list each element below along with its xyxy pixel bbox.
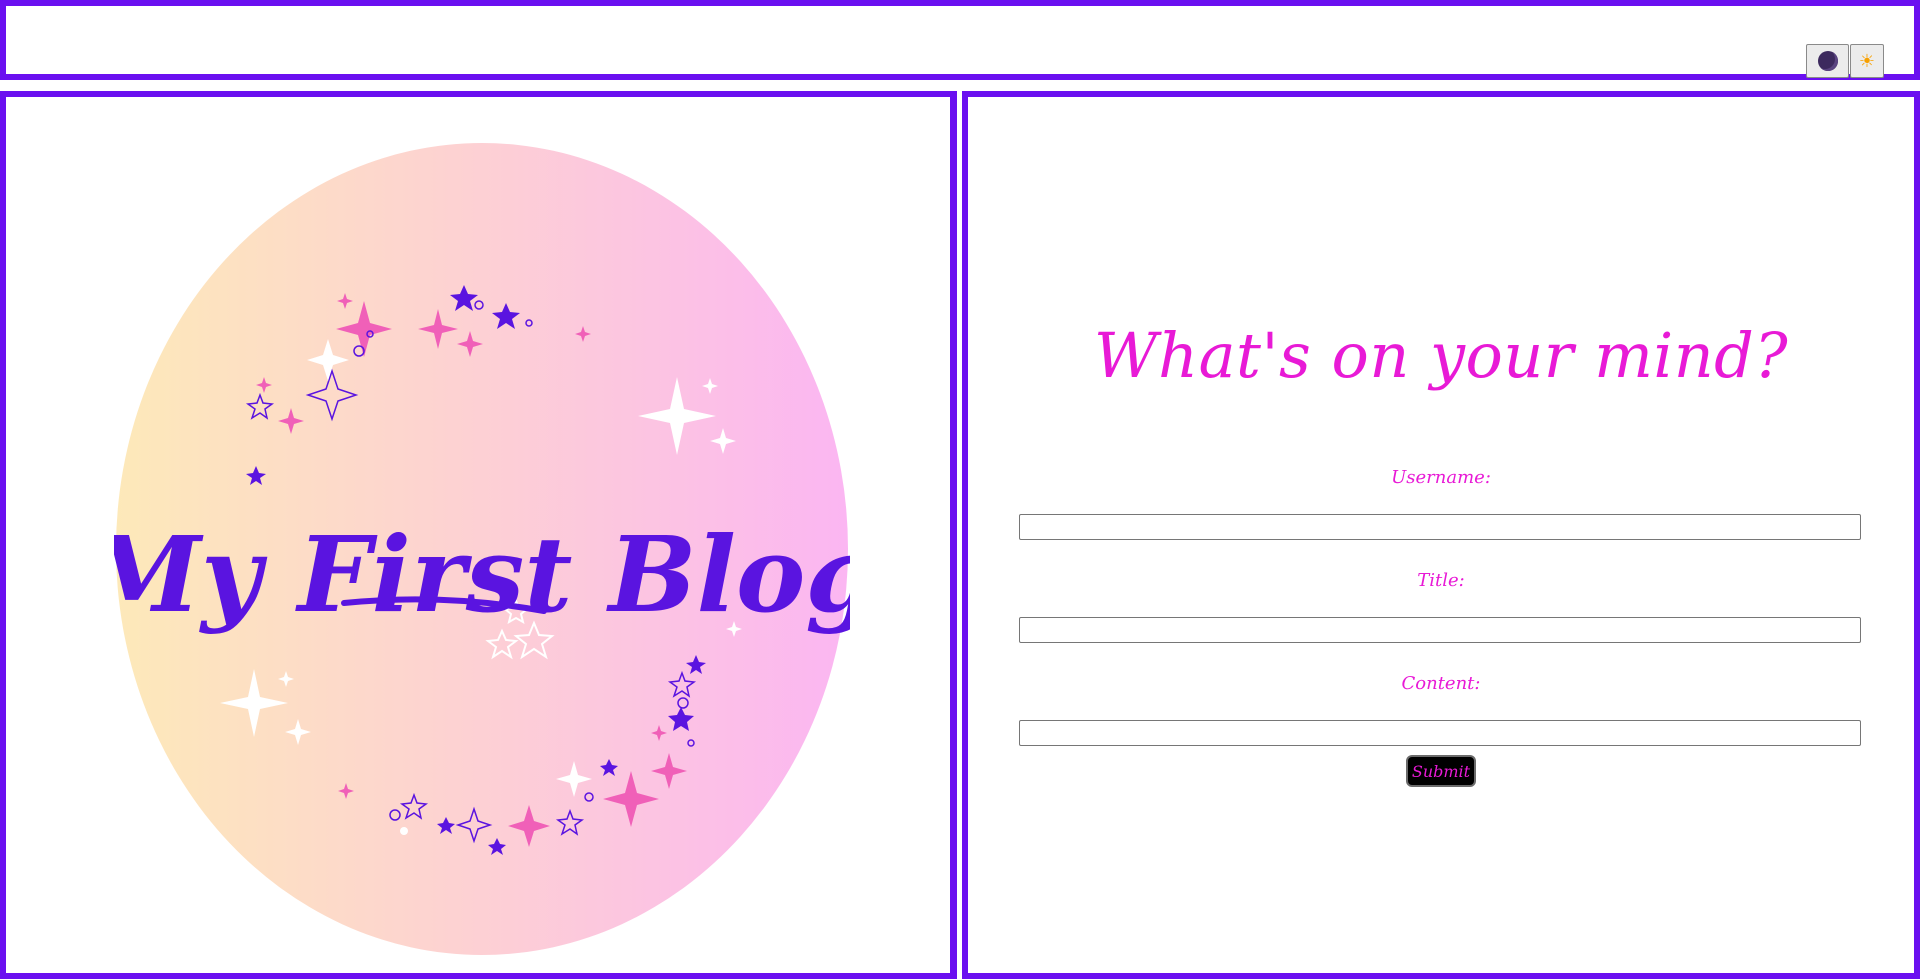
dark-mode-button[interactable] (1806, 44, 1849, 78)
post-form-panel: What's on your mind? Username: Title: Co… (962, 91, 1920, 979)
top-header-bar: ☀ (0, 0, 1920, 80)
post-form: What's on your mind? Username: Title: Co… (968, 97, 1914, 973)
light-mode-button[interactable]: ☀ (1850, 44, 1884, 78)
title-label: Title: (1417, 570, 1465, 591)
content-input[interactable] (1019, 720, 1861, 746)
username-label: Username: (1391, 467, 1491, 488)
form-title: What's on your mind? (1093, 319, 1789, 392)
logo-panel: My First Blog (0, 91, 956, 979)
title-input[interactable] (1019, 617, 1861, 643)
content-label: Content: (1401, 673, 1481, 694)
blog-logo: My First Blog (114, 143, 850, 955)
logo-title-text: My First Blog (114, 513, 850, 636)
submit-button[interactable]: Submit (1406, 755, 1476, 787)
username-input[interactable] (1019, 514, 1861, 540)
sun-icon: ☀ (1858, 51, 1876, 71)
moon-icon (1817, 51, 1838, 71)
